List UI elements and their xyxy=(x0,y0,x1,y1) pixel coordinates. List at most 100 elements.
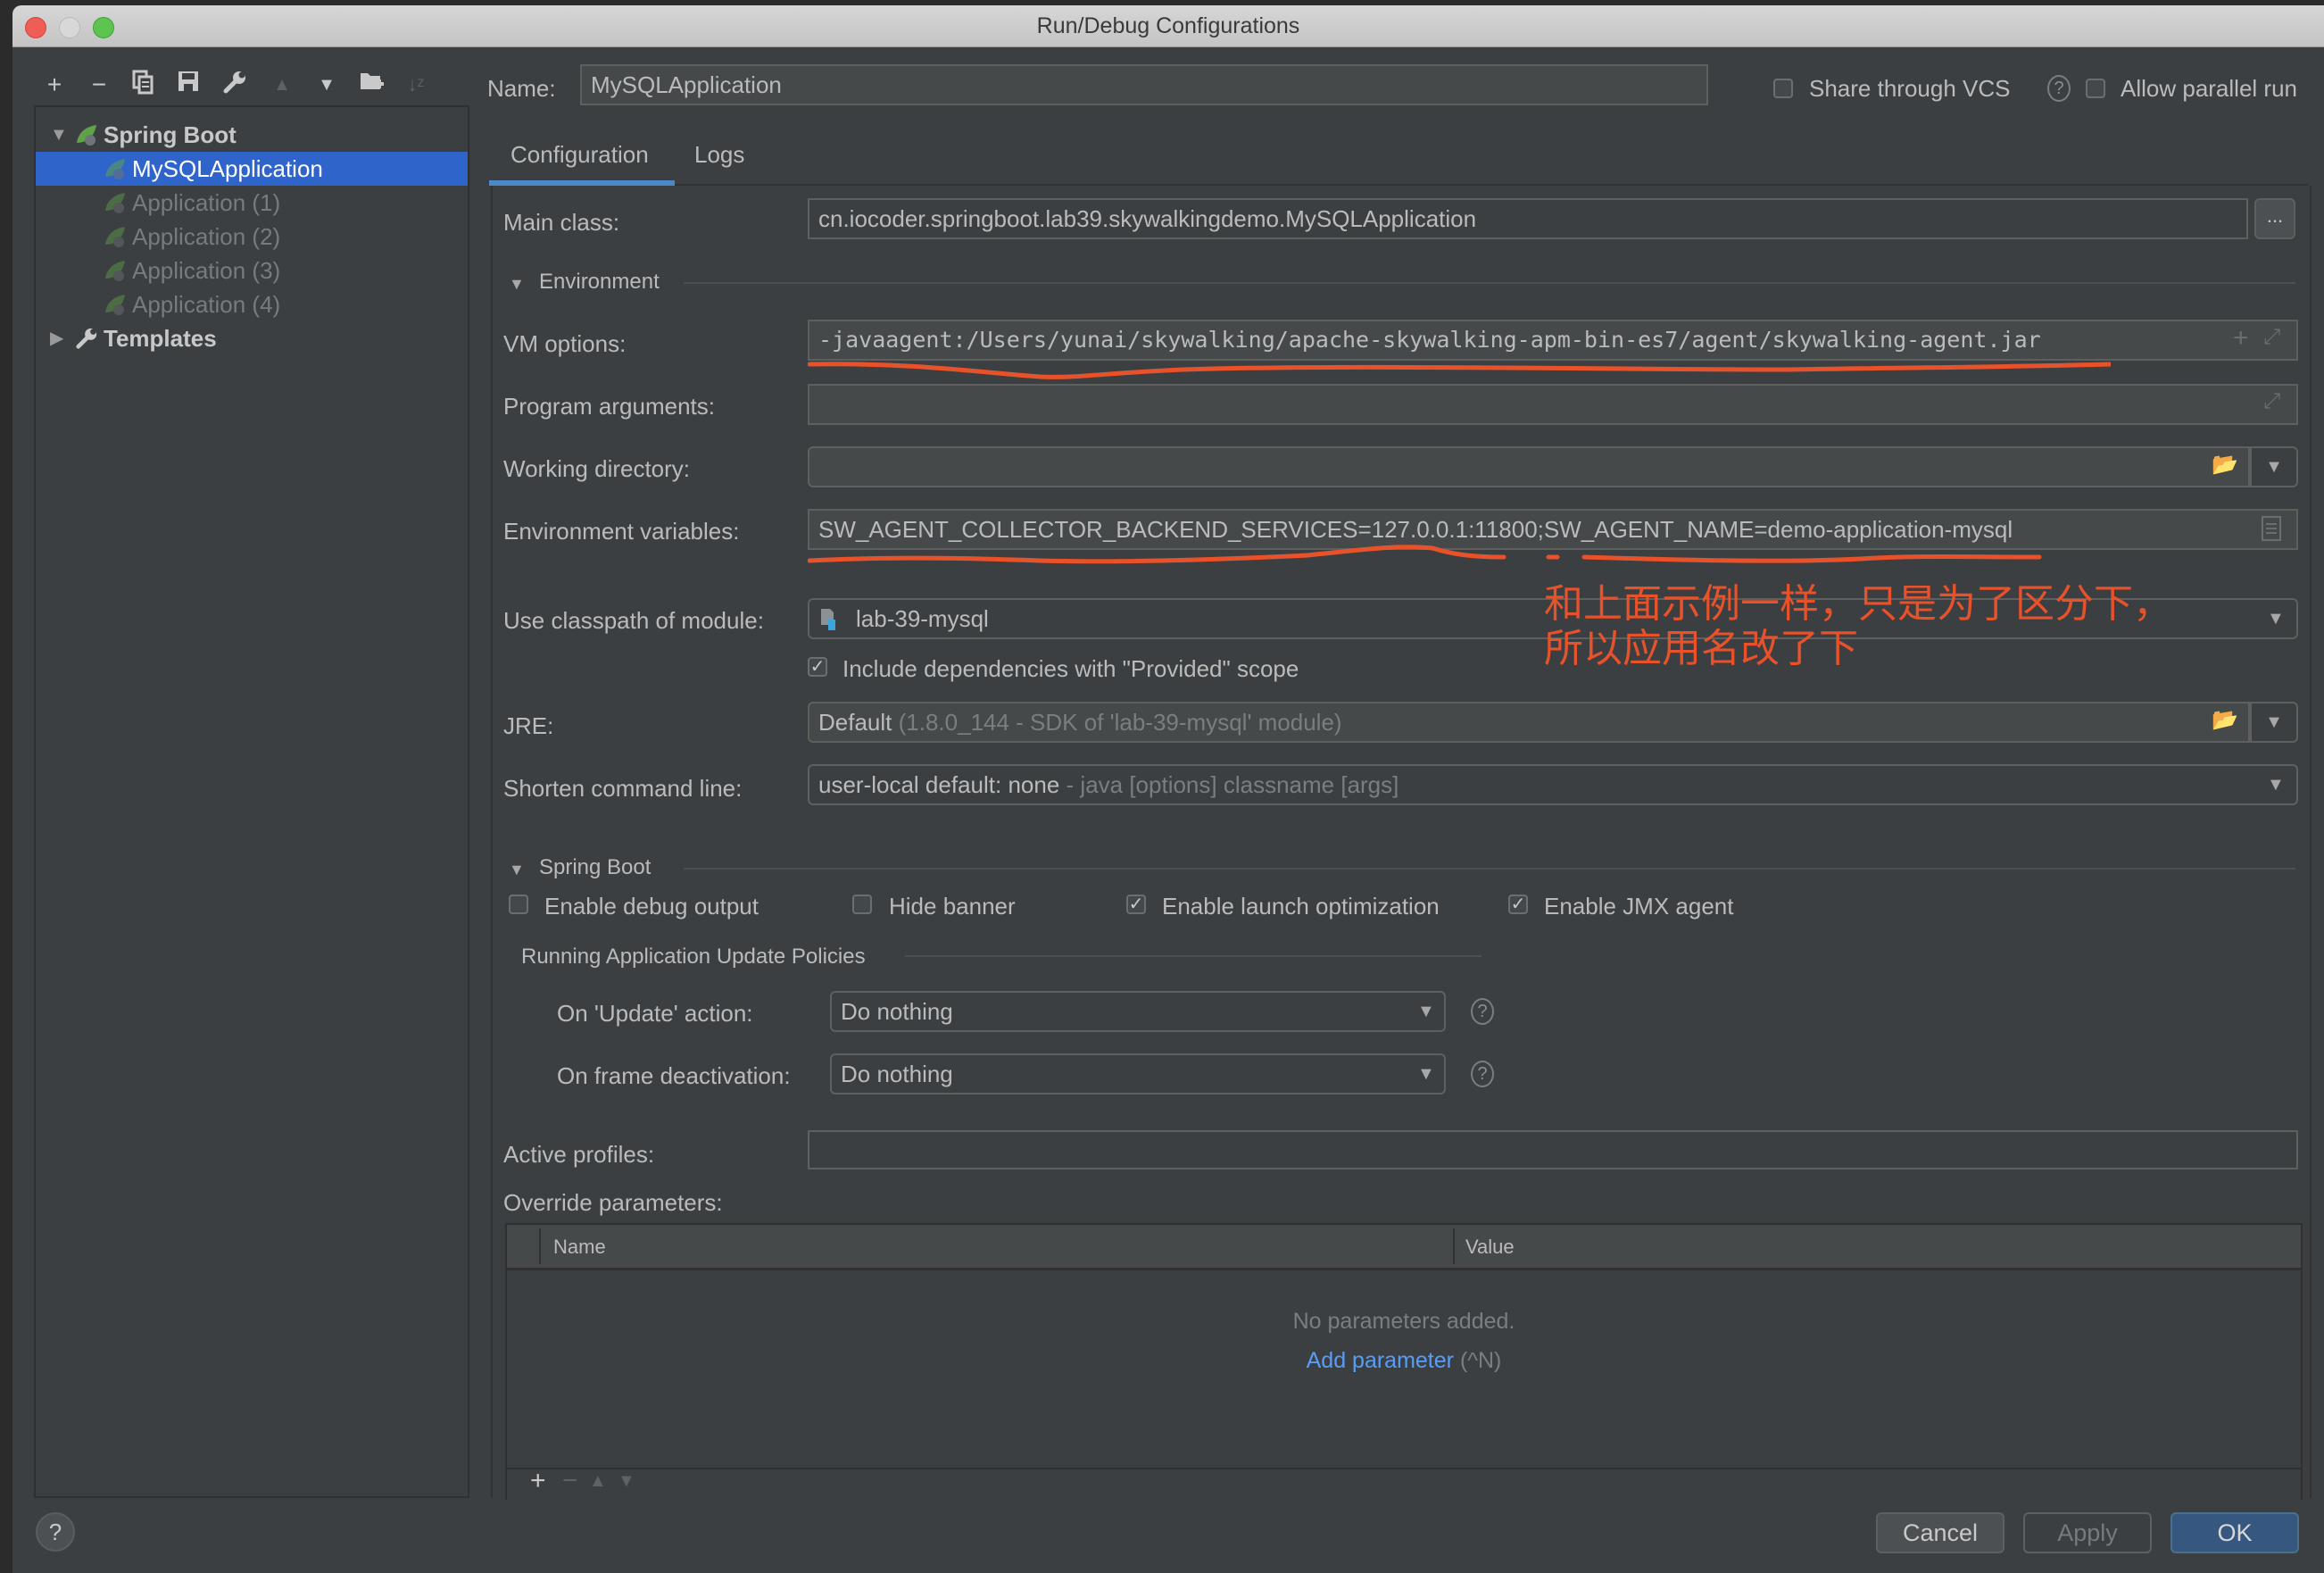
tree-item-application-4[interactable]: Application (4) xyxy=(36,287,468,321)
annotation-line: 所以应用名改了下 xyxy=(1544,626,1858,671)
collapse-arrow-icon[interactable]: ▶ xyxy=(50,321,68,355)
enable-debug-checkbox[interactable] xyxy=(509,895,528,914)
minus-icon[interactable]: − xyxy=(562,1466,578,1496)
shorten-combobox[interactable]: user-local default: none - java [options… xyxy=(808,764,2298,805)
launch-optimization-checkbox[interactable]: ✓ xyxy=(1126,895,1146,914)
shorten-value: user-local default: none xyxy=(818,771,1060,798)
help-icon[interactable]: ? xyxy=(2047,75,2071,102)
tree-group-label: Spring Boot xyxy=(104,121,237,148)
apply-button[interactable]: Apply xyxy=(2023,1512,2152,1553)
collapse-arrow-icon[interactable]: ▼ xyxy=(509,275,525,294)
hide-banner-label: Hide banner xyxy=(889,893,1016,920)
tree-group-spring-boot[interactable]: ▼ Spring Boot xyxy=(36,118,468,152)
expand-icon[interactable]: ⤢ xyxy=(2263,325,2280,350)
ok-button[interactable]: OK xyxy=(2170,1512,2299,1553)
spring-boot-icon xyxy=(105,261,125,281)
collapse-arrow-icon[interactable]: ▼ xyxy=(509,861,525,879)
spring-boot-icon xyxy=(105,295,125,315)
window-title: Run/Debug Configurations xyxy=(1036,13,1300,38)
spring-boot-section-title: Spring Boot xyxy=(539,855,652,879)
column-header-name[interactable]: Name xyxy=(553,1236,606,1259)
minus-icon[interactable]: − xyxy=(84,70,114,100)
title-bar: Run/Debug Configurations xyxy=(12,5,2324,47)
table-toolbar: + − ▲ ▼ xyxy=(505,1466,2303,1500)
wrench-icon xyxy=(76,328,97,349)
jre-hint: (1.8.0_144 - SDK of 'lab-39-mysql' modul… xyxy=(898,709,1342,736)
jre-value: Default xyxy=(818,709,892,736)
launch-optimization-label: Enable launch optimization xyxy=(1162,893,1440,920)
classpath-label: Use classpath of module: xyxy=(503,607,764,634)
section-divider xyxy=(905,955,1482,957)
main-class-label: Main class: xyxy=(503,209,620,236)
on-frame-label: On frame deactivation: xyxy=(557,1062,791,1089)
help-icon[interactable]: ? xyxy=(1471,1061,1494,1087)
plus-icon[interactable]: + xyxy=(530,1466,546,1496)
edit-list-icon[interactable] xyxy=(2262,516,2281,541)
name-label: Name: xyxy=(487,75,556,102)
help-icon[interactable]: ? xyxy=(1471,998,1494,1025)
tree-item-application-2[interactable]: Application (2) xyxy=(36,220,468,254)
tab-configuration[interactable]: Configuration xyxy=(510,141,649,169)
vm-options-input[interactable]: -javaagent:/Users/yunai/skywalking/apach… xyxy=(808,320,2298,361)
expand-icon[interactable]: ⤢ xyxy=(2263,389,2280,414)
tab-logs[interactable]: Logs xyxy=(694,141,744,169)
tree-item-label: MySQLApplication xyxy=(132,155,323,182)
tree-item-application-3[interactable]: Application (3) xyxy=(36,254,468,287)
share-vcs-label: Share through VCS xyxy=(1809,75,2011,102)
arrow-up-icon[interactable]: ▲ xyxy=(589,1471,607,1492)
add-parameter-link[interactable]: Add parameter xyxy=(1307,1348,1454,1373)
plus-icon[interactable]: + xyxy=(2233,323,2249,354)
new-folder-icon[interactable] xyxy=(356,70,386,100)
tree-item-mysqlapplication[interactable]: MySQLApplication xyxy=(36,152,468,186)
main-class-input[interactable]: cn.iocoder.springboot.lab39.skywalkingde… xyxy=(808,198,2248,239)
include-provided-checkbox[interactable]: ✓ xyxy=(808,657,827,677)
tree-item-label: Application (2) xyxy=(132,223,281,250)
on-update-label: On 'Update' action: xyxy=(557,1000,753,1027)
red-underline-annotation xyxy=(808,362,2111,379)
plus-icon[interactable]: + xyxy=(39,70,70,100)
arrow-up-icon[interactable]: ▲ xyxy=(267,70,297,100)
working-dir-dropdown-button[interactable]: ▼ xyxy=(2250,446,2298,487)
expand-arrow-icon[interactable]: ▼ xyxy=(50,118,68,152)
working-dir-input[interactable] xyxy=(808,446,2250,487)
tree-item-application-1[interactable]: Application (1) xyxy=(36,186,468,220)
active-profiles-label: Active profiles: xyxy=(503,1141,655,1168)
hide-banner-checkbox[interactable] xyxy=(852,895,872,914)
arrow-down-icon[interactable]: ▼ xyxy=(311,70,342,100)
spring-boot-icon xyxy=(105,159,125,179)
jre-combobox[interactable]: Default (1.8.0_144 - SDK of 'lab-39-mysq… xyxy=(808,702,2250,743)
program-args-label: Program arguments: xyxy=(503,393,715,420)
copy-icon[interactable] xyxy=(129,70,159,100)
active-profiles-input[interactable] xyxy=(808,1130,2298,1169)
column-header-value[interactable]: Value xyxy=(1465,1236,1515,1259)
chevron-down-icon: ▼ xyxy=(2265,712,2283,732)
jmx-agent-checkbox[interactable]: ✓ xyxy=(1508,895,1528,914)
name-input[interactable]: MySQLApplication xyxy=(580,64,1708,105)
help-button[interactable]: ? xyxy=(36,1512,75,1552)
section-divider xyxy=(684,282,2295,284)
cancel-button[interactable]: Cancel xyxy=(1876,1512,2004,1553)
on-frame-combobox[interactable]: Do nothing xyxy=(830,1053,1446,1094)
program-args-input[interactable] xyxy=(808,384,2298,425)
save-icon[interactable] xyxy=(173,70,203,100)
tree-group-templates[interactable]: ▶ Templates xyxy=(36,321,468,355)
folder-icon[interactable]: 📂 xyxy=(2212,452,2238,478)
allow-parallel-label: Allow parallel run xyxy=(2121,75,2297,102)
jre-dropdown-button[interactable]: ▼ xyxy=(2250,702,2298,743)
wrench-icon[interactable] xyxy=(220,70,250,100)
shorten-label: Shorten command line: xyxy=(503,775,743,802)
override-params-table: Name Value No parameters added. Add para… xyxy=(505,1223,2303,1469)
on-update-combobox[interactable]: Do nothing xyxy=(830,991,1446,1032)
allow-parallel-checkbox[interactable] xyxy=(2086,79,2105,98)
sort-alpha-icon[interactable]: ↓ᶻ xyxy=(401,70,431,100)
arrow-down-icon[interactable]: ▼ xyxy=(618,1471,635,1492)
chevron-down-icon: ▼ xyxy=(2265,457,2283,477)
spring-boot-icon xyxy=(105,227,125,247)
enable-debug-label: Enable debug output xyxy=(544,893,759,920)
share-vcs-checkbox[interactable] xyxy=(1773,79,1793,98)
column-divider xyxy=(1453,1228,1455,1264)
chevron-down-icon: ▼ xyxy=(2267,775,2285,795)
browse-main-class-button[interactable]: ... xyxy=(2254,198,2295,239)
folder-icon[interactable]: 📂 xyxy=(2212,707,2238,733)
module-icon xyxy=(821,609,835,630)
